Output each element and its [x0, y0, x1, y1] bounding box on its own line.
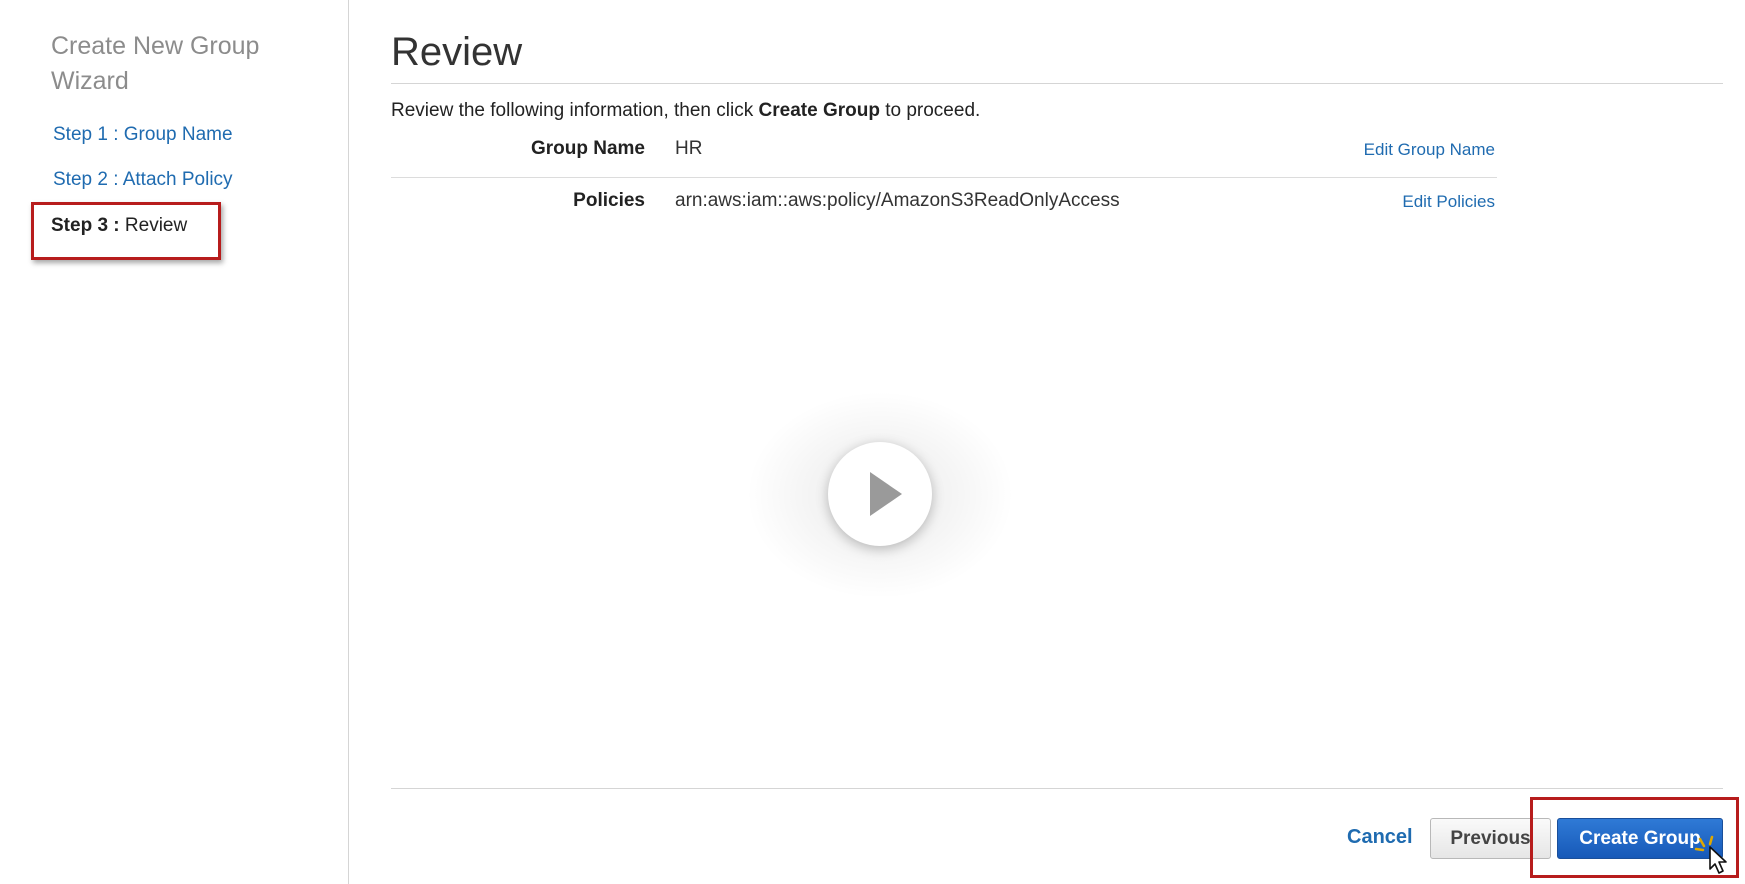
wizard-sidebar: Create New Group Wizard Step 1 : Group N… — [0, 0, 349, 884]
cancel-link[interactable]: Cancel — [1347, 826, 1413, 849]
group-name-label: Group Name — [530, 138, 645, 159]
edit-policies-link[interactable]: Edit Policies — [1402, 192, 1495, 212]
review-instructions: Review the following information, then c… — [391, 100, 980, 122]
page-title: Review — [391, 30, 523, 74]
policies-label: Policies — [573, 190, 645, 211]
step-2-attach-policy-link[interactable]: Step 2 : Attach Policy — [53, 169, 233, 191]
instructions-emphasis: Create Group — [758, 100, 880, 121]
play-icon — [870, 472, 902, 516]
review-row-group-name: Group Name HR Edit Group Name — [391, 128, 1497, 178]
group-name-value: HR — [675, 138, 703, 159]
title-divider — [391, 83, 1723, 84]
policies-value: arn:aws:iam::aws:policy/AmazonS3ReadOnly… — [675, 190, 1120, 211]
review-row-policies: Policies arn:aws:iam::aws:policy/AmazonS… — [391, 180, 1497, 230]
instructions-text-before: Review the following information, then c… — [391, 100, 754, 121]
edit-group-name-link[interactable]: Edit Group Name — [1364, 140, 1495, 160]
step-1-group-name-link[interactable]: Step 1 : Group Name — [53, 124, 233, 146]
instructions-text-after: to proceed. — [885, 100, 981, 121]
step-highlight-box — [31, 202, 221, 260]
wizard-title: Create New Group Wizard — [51, 32, 260, 95]
pointer-cursor-icon — [1694, 835, 1727, 874]
footer-divider — [391, 788, 1723, 789]
play-button[interactable] — [828, 442, 932, 546]
